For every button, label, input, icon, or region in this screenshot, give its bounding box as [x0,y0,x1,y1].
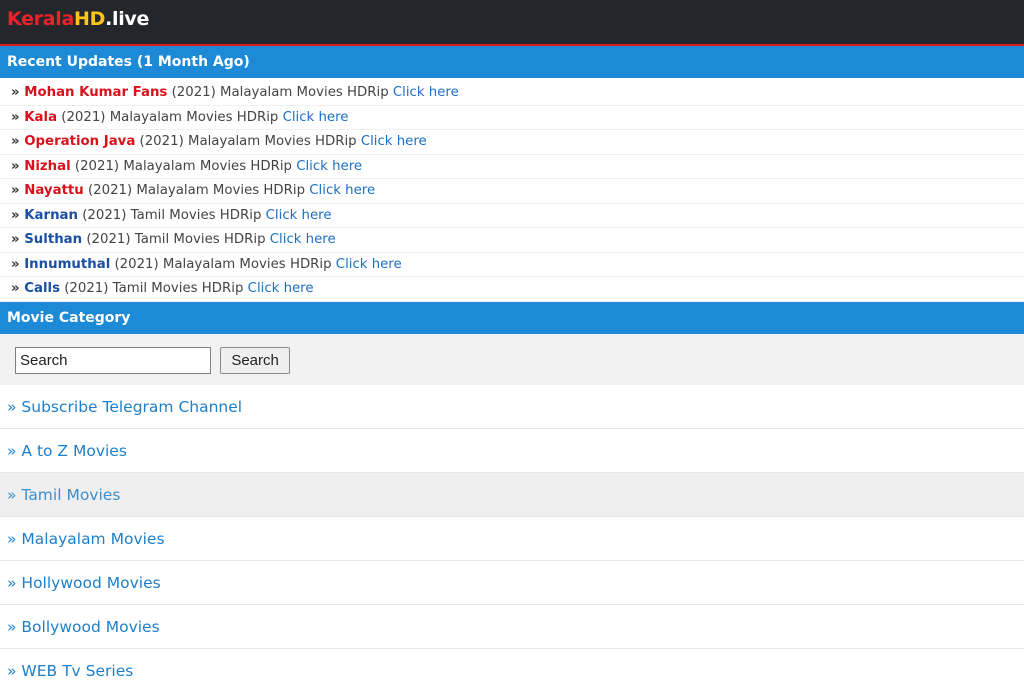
update-desc: (2021) Malayalam Movies HDRip [135,134,361,149]
bullet-arrow: » [11,256,25,272]
bullet-arrow: » [11,109,25,125]
search-input[interactable] [15,346,211,374]
update-title[interactable]: Innumuthal [24,257,110,272]
click-here-link[interactable]: Click here [248,281,314,296]
bullet-arrow: » [11,281,25,296]
logo-part-kerala: Kerala [7,8,75,30]
update-desc: (2021) Tamil Movies HDRip [77,207,266,223]
category-a-to-z[interactable]: » A to Z Movies [0,429,1024,473]
update-title[interactable]: Nayattu [24,183,84,198]
update-item: » Nizhal (2021) Malayalam Movies HDRip C… [0,155,1024,179]
bullet-arrow: » [11,85,25,100]
click-here-link[interactable]: Click here [309,183,375,198]
bullet-arrow: » [11,183,25,198]
click-here-link[interactable]: Click here [361,134,427,149]
update-item: » Sulthan (2021) Tamil Movies HDRip Clic… [0,228,1024,253]
update-desc: (2021) Malayalam Movies HDRip [57,109,283,125]
recent-updates-heading: Recent Updates (1 Month Ago) [0,46,1024,78]
category-malayalam[interactable]: » Malayalam Movies [0,517,1024,561]
category-web-tv-series[interactable]: » WEB Tv Series [0,649,1024,683]
click-here-link[interactable]: Click here [393,85,459,100]
logo-part-live: .live [105,8,150,30]
recent-updates-list: » Mohan Kumar Fans (2021) Malayalam Movi… [0,78,1024,302]
update-item: » Nayattu (2021) Malayalam Movies HDRip … [0,179,1024,204]
update-title[interactable]: Sulthan [24,232,82,247]
update-item: » Mohan Kumar Fans (2021) Malayalam Movi… [0,81,1024,106]
bullet-arrow: » [11,232,25,247]
update-title[interactable]: Kala [24,110,57,125]
update-desc: (2021) Tamil Movies HDRip [82,232,270,247]
update-desc: (2021) Malayalam Movies HDRip [167,85,393,100]
click-here-link[interactable]: Click here [296,159,362,174]
update-item: » Calls (2021) Tamil Movies HDRip Click … [0,277,1024,302]
update-desc: (2021) Malayalam Movies HDRip [70,158,297,174]
movie-category-heading: Movie Category [0,301,1024,334]
update-title[interactable]: Calls [24,281,60,296]
click-here-link[interactable]: Click here [266,208,332,223]
site-header: KeralaHD.live [0,0,1024,46]
category-telegram[interactable]: » Subscribe Telegram Channel [0,385,1024,429]
click-here-link[interactable]: Click here [283,110,349,125]
update-desc: (2021) Malayalam Movies HDRip [83,183,310,198]
click-here-link[interactable]: Click here [270,232,336,247]
update-title[interactable]: Nizhal [24,159,70,174]
category-hollywood[interactable]: » Hollywood Movies [0,561,1024,605]
search-form: Search [0,333,1024,385]
update-item: » Karnan (2021) Tamil Movies HDRip Click… [0,204,1024,228]
category-bollywood[interactable]: » Bollywood Movies [0,605,1024,649]
bullet-arrow: » [11,158,25,174]
search-button[interactable]: Search [220,346,291,374]
bullet-arrow: » [11,207,25,223]
update-title[interactable]: Karnan [24,208,78,223]
update-item: » Kala (2021) Malayalam Movies HDRip Cli… [0,106,1024,130]
bullet-arrow: » [11,134,25,149]
update-item: » Innumuthal (2021) Malayalam Movies HDR… [0,253,1024,277]
site-logo[interactable]: KeralaHD.live [7,8,149,30]
logo-part-hd: HD [74,8,106,30]
category-tamil[interactable]: » Tamil Movies [0,472,1024,517]
category-list: » Subscribe Telegram Channel » A to Z Mo… [0,385,1024,683]
update-desc: (2021) Tamil Movies HDRip [60,281,248,296]
update-item: » Operation Java (2021) Malayalam Movies… [0,130,1024,155]
update-title[interactable]: Operation Java [24,134,135,149]
click-here-link[interactable]: Click here [336,257,402,272]
update-desc: (2021) Malayalam Movies HDRip [110,256,336,272]
update-title[interactable]: Mohan Kumar Fans [24,85,167,100]
